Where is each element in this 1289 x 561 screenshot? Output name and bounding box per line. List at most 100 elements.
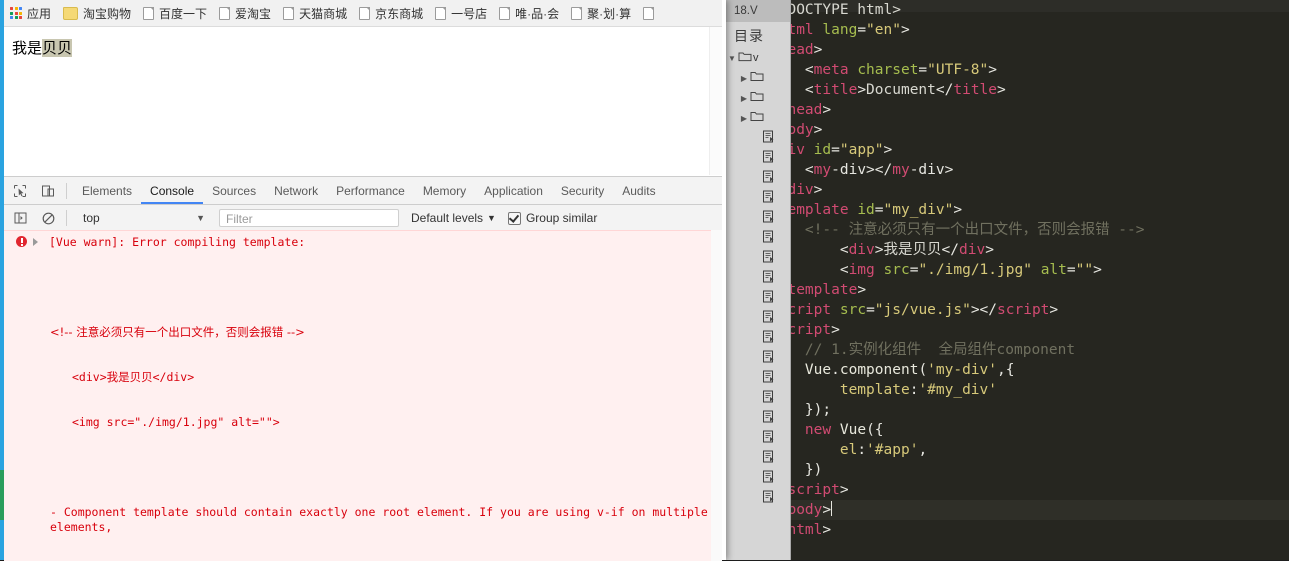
bookmark-item[interactable]: 淘宝购物 <box>57 0 137 26</box>
code-line[interactable]: 14 <img src="./img/1.jpg" alt=""> <box>720 260 1289 280</box>
explorer-folder-row[interactable]: ▶ <box>726 68 790 88</box>
explorer-file-row[interactable] <box>726 308 790 328</box>
explorer-root-row[interactable]: ▼ v <box>726 48 790 68</box>
chevron-down-icon[interactable]: ▼ <box>726 54 738 63</box>
page-text-selected[interactable]: 贝贝 <box>42 39 73 57</box>
devtools-tab-audits[interactable]: Audits <box>613 178 664 204</box>
devtools-tab-memory[interactable]: Memory <box>414 178 475 204</box>
devtools-tab-sources[interactable]: Sources <box>203 178 265 204</box>
explorer-tab[interactable]: 18.V <box>726 0 790 22</box>
code-line[interactable]: 16<script src="js/vue.js"></script> <box>720 300 1289 320</box>
explorer-file-row[interactable] <box>726 328 790 348</box>
code-token: > <box>839 482 849 498</box>
bookmark-item[interactable]: 聚·划·算 <box>565 0 637 26</box>
devtools-tab-elements[interactable]: Elements <box>73 178 141 204</box>
devtools-tab-security[interactable]: Security <box>552 178 613 204</box>
device-toolbar-icon[interactable] <box>36 180 60 202</box>
explorer-file-row[interactable] <box>726 468 790 488</box>
code-line[interactable]: 8<div id="app"> <box>720 140 1289 160</box>
code-line[interactable]: 7<body> <box>720 120 1289 140</box>
code-line[interactable]: 25</script> <box>720 480 1289 500</box>
code-line[interactable]: 27</html> <box>720 520 1289 540</box>
code-line[interactable]: 24 }) <box>720 460 1289 480</box>
group-similar-checkbox[interactable] <box>507 211 521 225</box>
devtools-tab-network[interactable]: Network <box>265 178 327 204</box>
explorer-file-row[interactable] <box>726 348 790 368</box>
console-error-message[interactable]: [Vue warn]: Error compiling template: <!… <box>4 230 722 561</box>
explorer-file-row[interactable] <box>726 408 790 428</box>
code-line[interactable]: 12 <!-- 注意必须只有一个出口文件，否则会报错 --> <box>720 220 1289 240</box>
bookmarks-bar[interactable]: 应用 淘宝购物 百度一下 爱淘宝 天猫商城 京东商城 一号店 唯·品·会 聚·划·算 <box>4 0 722 27</box>
explorer-file-row[interactable] <box>726 268 790 288</box>
code-line[interactable]: 22 new Vue({ <box>720 420 1289 440</box>
devtools-tab-console[interactable]: Console <box>141 178 203 204</box>
code-line[interactable]: 1<!DOCTYPE html> <box>720 0 1289 20</box>
code-line[interactable]: 18 // 1.实例化组件 全局组件component <box>720 340 1289 360</box>
clear-console-icon[interactable] <box>36 207 60 229</box>
devtools-tab-application[interactable]: Application <box>475 178 552 204</box>
code-line[interactable]: 17<script> <box>720 320 1289 340</box>
explorer-file-row[interactable] <box>726 208 790 228</box>
console-error-header[interactable]: [Vue warn]: Error compiling template: <box>4 235 722 250</box>
explorer-folder-row[interactable]: ▶ <box>726 88 790 108</box>
explorer-file-row[interactable] <box>726 168 790 188</box>
code-line[interactable]: 21 }); <box>720 400 1289 420</box>
code-line[interactable]: 6</head> <box>720 100 1289 120</box>
devtools-tab-performance[interactable]: Performance <box>327 178 414 204</box>
code-editor-content[interactable]: 1<!DOCTYPE html>2<html lang="en">3<head>… <box>720 0 1289 560</box>
explorer-file-row[interactable] <box>726 448 790 468</box>
console-output[interactable]: [Vue warn]: Error compiling template: <!… <box>4 230 722 561</box>
html-file-icon <box>762 150 777 166</box>
execution-context-select[interactable]: top ▼ <box>73 209 213 227</box>
explorer-file-row[interactable] <box>726 228 790 248</box>
code-line[interactable]: 2<html lang="en"> <box>720 20 1289 40</box>
expand-triangle-icon[interactable] <box>33 238 43 246</box>
console-scrollbar[interactable] <box>711 230 722 561</box>
explorer-file-row[interactable] <box>726 248 790 268</box>
code-line[interactable]: 4 <meta charset="UTF-8"> <box>720 60 1289 80</box>
bookmark-item[interactable]: 一号店 <box>429 0 493 26</box>
inspect-element-icon[interactable] <box>8 180 32 202</box>
error-snippet-comment: <!-- 注意必须只有一个出口文件，否则会报错 --> <box>50 325 305 339</box>
bookmark-item[interactable]: 爱淘宝 <box>213 0 277 26</box>
code-line[interactable]: 26</body> <box>720 500 1289 520</box>
console-sidebar-toggle-icon[interactable] <box>8 207 32 229</box>
code-line[interactable]: 15</template> <box>720 280 1289 300</box>
bookmark-item[interactable] <box>637 0 665 26</box>
explorer-file-row[interactable] <box>726 368 790 388</box>
bookmark-item[interactable]: 天猫商城 <box>277 0 353 26</box>
bookmark-item[interactable]: 唯·品·会 <box>493 0 565 26</box>
explorer-folder-row[interactable]: ▶ <box>726 108 790 128</box>
code-line[interactable]: 10</div> <box>720 180 1289 200</box>
bookmark-item[interactable]: 京东商城 <box>353 0 429 26</box>
log-levels-dropdown[interactable]: Default levels ▼ <box>411 211 496 225</box>
group-similar-toggle[interactable]: Group similar <box>507 211 597 225</box>
explorer-file-row[interactable] <box>726 488 790 508</box>
code-token: <!-- 注意必须只有一个出口文件，否则会报错 --> <box>804 222 1145 238</box>
explorer-file-row[interactable] <box>726 428 790 448</box>
code-line[interactable]: 9 <my-div></my-div> <box>720 160 1289 180</box>
bookmark-item[interactable]: 应用 <box>4 0 57 26</box>
code-line[interactable]: 23 el:'#app', <box>720 440 1289 460</box>
bookmark-item[interactable]: 百度一下 <box>137 0 213 26</box>
code-line[interactable]: 20 template:'#my_div' <box>720 380 1289 400</box>
chevron-right-icon[interactable]: ▶ <box>738 94 750 103</box>
explorer-file-row[interactable] <box>726 188 790 208</box>
explorer-file-row[interactable] <box>726 288 790 308</box>
chevron-right-icon[interactable]: ▶ <box>738 74 750 83</box>
code-line[interactable]: 11<template id="my_div"> <box>720 200 1289 220</box>
file-explorer-sidebar[interactable]: 18.V 目录 ▼ v ▶ ▶ ▶ <box>726 0 791 560</box>
explorer-file-row[interactable] <box>726 148 790 168</box>
code-line[interactable]: 3<head> <box>720 40 1289 60</box>
code-line[interactable]: 5 <title>Document</title> <box>720 80 1289 100</box>
code-token: > <box>822 502 832 518</box>
page-scrollbar[interactable] <box>709 27 722 175</box>
chevron-right-icon[interactable]: ▶ <box>738 114 750 123</box>
explorer-file-row[interactable] <box>726 388 790 408</box>
code-token: > <box>1049 302 1059 318</box>
code-line[interactable]: 19 Vue.component('my-div',{ <box>720 360 1289 380</box>
explorer-file-row[interactable] <box>726 128 790 148</box>
console-filter-input[interactable]: Filter <box>219 209 399 227</box>
code-line[interactable]: 13 <div>我是贝贝</div> <box>720 240 1289 260</box>
